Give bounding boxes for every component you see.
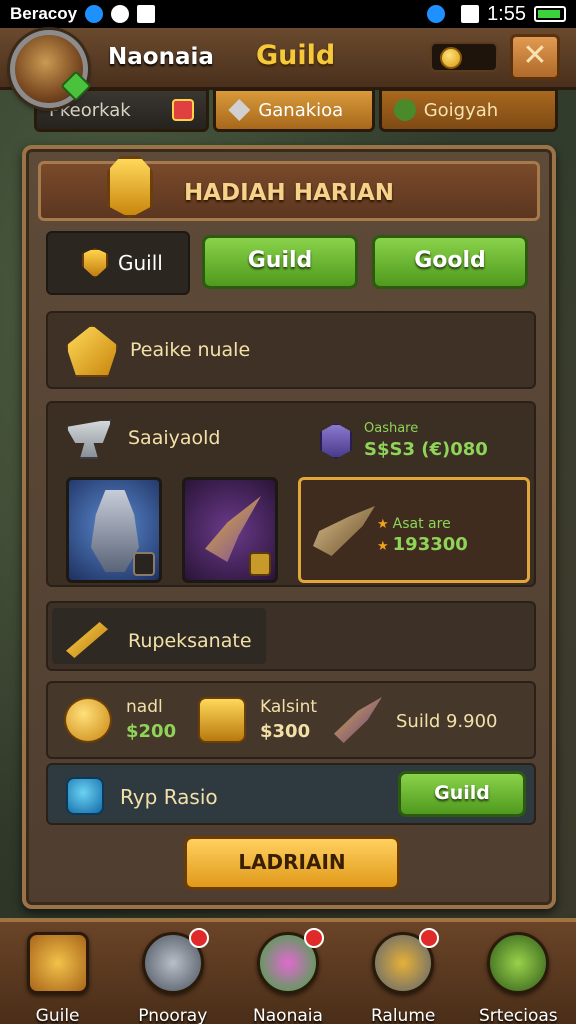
notification-icon xyxy=(85,5,104,23)
section-value: S$S3 (€)080 xyxy=(364,439,488,460)
shield-icon xyxy=(82,248,108,278)
wifi-icon xyxy=(427,5,446,23)
horn-icon xyxy=(313,506,375,556)
knight-item-card[interactable] xyxy=(66,477,162,583)
reward-name: Suild 9.900 xyxy=(396,711,498,732)
nav-label: Naonaia xyxy=(253,1006,323,1024)
spear-item-card[interactable] xyxy=(182,477,278,583)
gift-icon xyxy=(172,99,195,121)
row-label: Ryp Rasio xyxy=(120,785,218,809)
star-icon: ★ xyxy=(377,539,389,554)
diamond-icon xyxy=(228,99,251,121)
section-subtitle: Oashare xyxy=(364,421,419,436)
section-title: Saaiyaold xyxy=(128,427,221,449)
player-name: Naonaia xyxy=(108,44,214,70)
row-label: Rupeksanate xyxy=(128,630,252,652)
list-item: Ryp Rasio Guild xyxy=(46,763,536,825)
nav-label: Pnooray xyxy=(138,1006,208,1024)
message-icon xyxy=(137,5,156,23)
gem-icon xyxy=(320,423,352,459)
tab-ganakioa[interactable]: Ganakioa xyxy=(213,88,375,132)
reward-amount: $300 xyxy=(260,721,311,742)
reward-name: Kalsint xyxy=(260,697,318,717)
player-avatar[interactable] xyxy=(10,30,88,108)
panel-title: HADIAH HARIAN xyxy=(183,180,395,206)
sync-icon xyxy=(111,5,130,23)
target-icon xyxy=(393,99,416,121)
scroll-icon xyxy=(66,622,108,658)
nav-label: Srtecioas xyxy=(479,1006,558,1024)
nav-item-guile[interactable]: Guile xyxy=(8,932,108,1024)
alert-badge xyxy=(303,928,324,948)
eagle-icon xyxy=(66,325,118,377)
nav-item-pnooray[interactable]: Pnooray xyxy=(123,928,223,1024)
reward-item[interactable]: Suild 9.900 xyxy=(334,691,524,751)
reward-name: nadl xyxy=(126,697,163,717)
gold-coin-icon xyxy=(64,697,112,743)
panel-header: HADIAH HARIAN xyxy=(38,156,540,221)
carrier-label: Beracoy xyxy=(10,4,78,23)
gold-bars-icon xyxy=(198,697,246,743)
row-label: Peaike nuale xyxy=(130,339,251,361)
coin-icon xyxy=(440,47,462,69)
alert-badge xyxy=(419,928,440,948)
nav-item-ralume[interactable]: Ralume xyxy=(353,928,453,1024)
leaf-icon xyxy=(487,932,550,994)
reward-item[interactable]: Kalsint $300 xyxy=(198,691,328,751)
featured-label: ★ Asat are xyxy=(377,516,451,532)
bottom-nav: Guile Pnooray Naonaia Ralume Srtecioas xyxy=(0,918,576,1024)
star-icon: ★ xyxy=(377,517,389,532)
orb-icon xyxy=(66,777,104,815)
clock: 1:55 xyxy=(487,2,526,25)
signal-icon xyxy=(461,5,480,23)
page-title: Guild xyxy=(256,40,336,71)
arrow-icon xyxy=(334,697,382,743)
guild-button[interactable]: Guild xyxy=(202,235,358,289)
nav-label: Ralume xyxy=(370,1006,436,1024)
guild-box-label: Guill xyxy=(118,251,163,275)
featured-item-card[interactable]: ★ Asat are ★ 193300 xyxy=(298,477,530,583)
guild-label-box: Guill xyxy=(46,231,190,295)
chest-icon xyxy=(26,932,89,994)
status-bar: Beracoy 1:55 xyxy=(0,0,576,28)
item-reward-section: Saaiyaold Oashare S$S3 (€)080 ★ Asat are … xyxy=(46,401,536,587)
guild-action-row: Guill Guild Goold xyxy=(46,231,536,299)
guild-claim-button[interactable]: Guild xyxy=(398,771,526,817)
item-count-badge xyxy=(249,552,271,576)
tab-label: Ganakioa xyxy=(258,99,344,121)
nav-item-srtecioas[interactable]: Srtecioas xyxy=(468,932,568,1024)
currency-display[interactable] xyxy=(430,42,498,72)
close-button[interactable]: ✕ xyxy=(510,34,560,80)
nav-label: Guile xyxy=(35,1006,80,1024)
list-item[interactable]: Peaike nuale xyxy=(46,311,536,389)
reward-amount: $200 xyxy=(126,721,177,742)
daily-reward-panel: HADIAH HARIAN Guill Guild Goold Peaike n… xyxy=(22,145,556,909)
nav-item-naonaia[interactable]: Naonaia xyxy=(238,928,338,1024)
rewards-row: nadl $200 Kalsint $300 Suild 9.900 xyxy=(46,681,536,759)
list-item[interactable]: Rupeksanate xyxy=(46,601,536,671)
tab-goigyah[interactable]: Goigyah xyxy=(378,88,558,132)
alert-badge xyxy=(188,928,209,948)
featured-value: ★ 193300 xyxy=(377,534,468,555)
anvil-icon xyxy=(66,419,112,459)
tab-label: Goigyah xyxy=(423,99,499,121)
row-inner: Rupeksanate xyxy=(52,608,266,664)
reward-item[interactable]: nadl $200 xyxy=(64,691,194,751)
claim-button[interactable]: LADRIAIN xyxy=(184,836,400,890)
tab-bar: Pkeorkak Ganakioa Goigyah xyxy=(34,88,558,134)
item-count-badge xyxy=(133,552,155,576)
battery-icon xyxy=(534,6,566,22)
goold-button[interactable]: Goold xyxy=(372,235,528,289)
